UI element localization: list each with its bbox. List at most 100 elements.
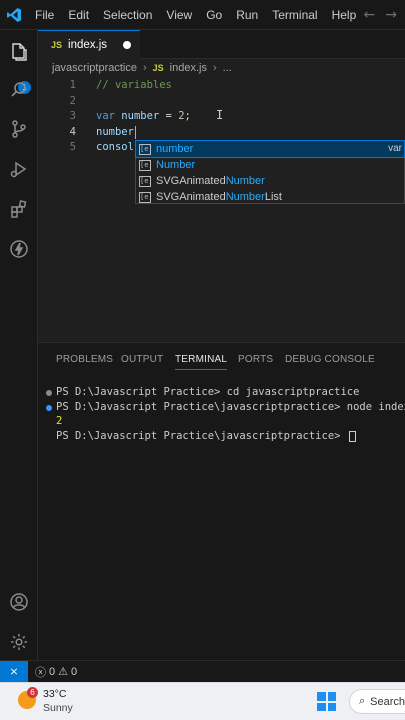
- command-success-dot-icon[interactable]: [46, 390, 52, 396]
- code-semicolon: ;: [184, 110, 191, 122]
- taskbar-search[interactable]: ⌕ Search: [349, 689, 405, 714]
- problems-indicator[interactable]: ⓧ 0 ⚠ 0: [35, 664, 77, 680]
- variable-symbol-icon: [e]: [139, 143, 153, 155]
- account-icon[interactable]: [7, 590, 31, 614]
- suggestion-label: Number: [156, 157, 195, 173]
- suggestion-item[interactable]: [e] SVGAnimatedNumberList: [136, 189, 404, 205]
- weather-badge: 6: [27, 687, 38, 698]
- mouse-ibeam-icon: I: [216, 108, 224, 122]
- chevron-right-icon: ›: [142, 62, 147, 74]
- tab-label: index.js: [68, 39, 108, 51]
- title-bar: File Edit Selection View Go Run Terminal…: [0, 0, 405, 30]
- code-line: 2: [38, 93, 405, 109]
- forward-arrow-icon[interactable]: →: [385, 7, 397, 23]
- chevron-right-icon: ›: [212, 62, 217, 74]
- bottom-panel: PROBLEMS OUTPUT TERMINAL PORTS DEBUG CON…: [38, 342, 405, 660]
- suggestion-prefix: SVGAnimated: [156, 175, 226, 187]
- js-file-icon: JS: [152, 63, 164, 73]
- settings-gear-icon[interactable]: [7, 630, 31, 654]
- suggestion-match: Number: [156, 159, 196, 171]
- search-icon: ⌕: [359, 695, 366, 707]
- variable-symbol-icon: [e]: [139, 175, 153, 187]
- text-cursor: [134, 125, 136, 139]
- suggestion-item[interactable]: [e] Number: [136, 157, 404, 173]
- code-line: 1 // variables: [38, 77, 405, 93]
- navigation-arrows: ← →: [364, 0, 397, 30]
- editor-tabs: JS index.js: [38, 30, 405, 59]
- terminal-cursor: [348, 430, 356, 442]
- search-icon[interactable]: [7, 78, 31, 102]
- unsaved-dot-icon[interactable]: [123, 41, 131, 49]
- lightning-icon[interactable]: [7, 237, 31, 261]
- menu-view[interactable]: View: [159, 0, 199, 30]
- tab-index-js[interactable]: JS index.js: [38, 30, 140, 59]
- js-file-icon: JS: [51, 40, 63, 50]
- line-number: 3: [69, 110, 76, 122]
- line-number: 5: [69, 141, 76, 153]
- code-variable: number: [96, 126, 134, 138]
- menu-run[interactable]: Run: [229, 0, 265, 30]
- code-line-active: 4 number: [38, 124, 405, 140]
- suggestion-item[interactable]: [e] number var: [135, 140, 405, 158]
- autocomplete-suggestions: [e] number var [e] Number [e] SVGAnimate…: [135, 140, 405, 204]
- tab-problems[interactable]: PROBLEMS: [56, 354, 113, 370]
- menu-edit[interactable]: Edit: [61, 0, 96, 30]
- windows-start-icon[interactable]: [317, 692, 336, 711]
- warning-count: 0: [71, 665, 78, 678]
- back-arrow-icon[interactable]: ←: [364, 7, 376, 23]
- tab-output[interactable]: OUTPUT: [121, 354, 163, 370]
- breadcrumb-more[interactable]: ...: [223, 62, 232, 74]
- suggestion-label: number: [156, 141, 193, 157]
- tab-debug-console[interactable]: DEBUG CONSOLE: [285, 354, 375, 370]
- menu-go[interactable]: Go: [199, 0, 229, 30]
- code-operator: =: [159, 110, 179, 122]
- menu-terminal[interactable]: Terminal: [265, 0, 324, 30]
- breadcrumb-file[interactable]: index.js: [170, 62, 207, 74]
- suggestion-label: SVGAnimatedNumberList: [156, 189, 282, 205]
- suggestion-prefix: SVGAnimated: [156, 191, 226, 203]
- remote-window-icon[interactable]: ⨯: [0, 660, 28, 683]
- terminal-line: PS D:\Javascript Practice\javascriptprac…: [56, 401, 405, 413]
- run-debug-icon[interactable]: [7, 157, 31, 181]
- suggestion-match: Number: [225, 175, 265, 187]
- activity-bar: 1: [0, 30, 38, 660]
- suggestion-match: number: [156, 143, 194, 155]
- suggestion-label: SVGAnimatedNumber: [156, 173, 265, 189]
- suggestion-match: Number: [225, 191, 265, 203]
- line-number: 2: [69, 95, 76, 107]
- line-number: 4: [69, 126, 76, 138]
- terminal-output-line: 2: [56, 415, 63, 427]
- breadcrumb-folder[interactable]: javascriptpractice: [52, 62, 137, 74]
- terminal-prompt-line: PS D:\Javascript Practice\javascriptprac…: [56, 429, 356, 444]
- panel-tabs: PROBLEMS OUTPUT TERMINAL PORTS DEBUG CON…: [38, 343, 405, 376]
- explorer-icon[interactable]: [7, 40, 31, 64]
- line-number: 1: [69, 79, 76, 91]
- source-control-icon[interactable]: [7, 117, 31, 141]
- code-variable: number: [121, 110, 160, 122]
- code-comment: // variables: [96, 79, 172, 91]
- tab-terminal[interactable]: TERMINAL: [175, 354, 228, 370]
- menu-help[interactable]: Help: [325, 0, 364, 30]
- menu-file[interactable]: File: [28, 0, 61, 30]
- code-statement: consol: [96, 141, 134, 153]
- vscode-logo-icon: [0, 0, 28, 30]
- suggestion-item[interactable]: [e] SVGAnimatedNumber: [136, 173, 404, 189]
- windows-taskbar: 6 33°C Sunny ⌕ Search: [0, 682, 405, 720]
- menu-bar: File Edit Selection View Go Run Terminal…: [28, 0, 363, 30]
- search-label: Search: [370, 695, 405, 708]
- variable-symbol-icon: [e]: [139, 191, 153, 203]
- code-statement: number: [96, 124, 136, 140]
- tab-ports[interactable]: PORTS: [238, 354, 273, 370]
- suggestion-rest: List: [264, 191, 282, 203]
- status-bar: ⨯ ⓧ 0 ⚠ 0: [0, 660, 405, 683]
- menu-selection[interactable]: Selection: [96, 0, 159, 30]
- extensions-icon[interactable]: [7, 197, 31, 221]
- terminal-line: PS D:\Javascript Practice> cd javascript…: [56, 386, 360, 398]
- warning-icon: ⚠: [58, 666, 68, 678]
- command-success-dot-icon[interactable]: [46, 405, 52, 411]
- breadcrumb: javascriptpractice › JS index.js › ...: [52, 59, 232, 77]
- weather-temperature[interactable]: 33°C: [43, 688, 66, 700]
- variable-symbol-icon: [e]: [139, 159, 153, 171]
- weather-condition[interactable]: Sunny: [43, 702, 73, 714]
- code-editor[interactable]: 1 // variables 2 3 var number = 2; 4 num…: [38, 77, 405, 342]
